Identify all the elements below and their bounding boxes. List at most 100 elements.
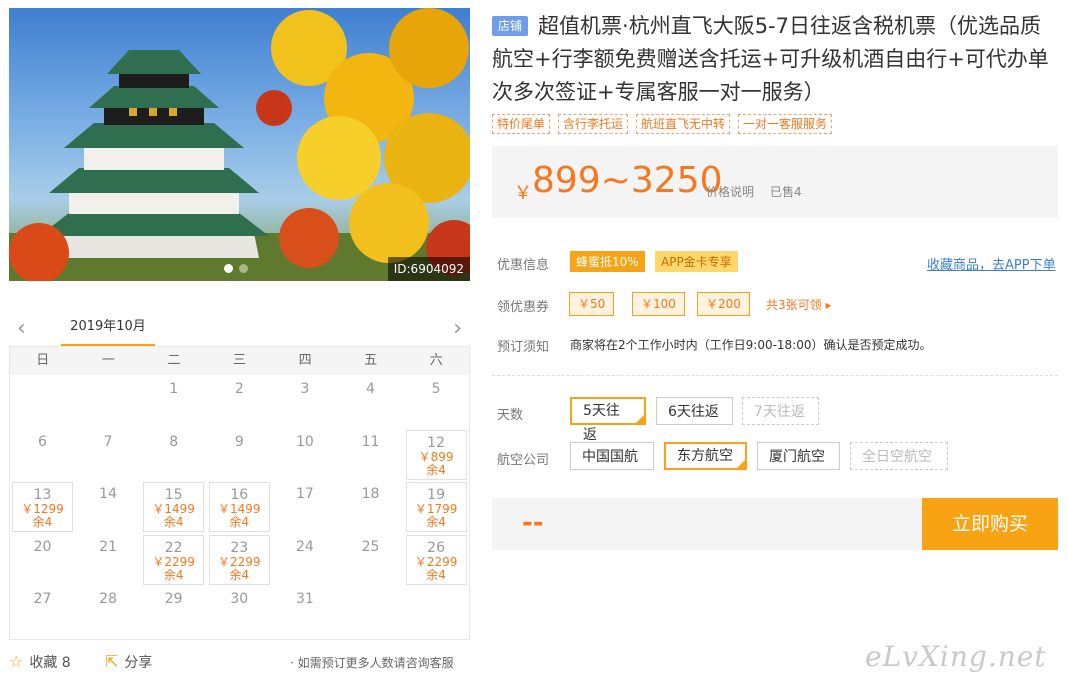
calendar-month-tab[interactable]: 2019年10月: [61, 312, 155, 346]
osaka-castle-illustration: [9, 8, 470, 281]
calendar-day-available[interactable]: 26 ￥2299 余4: [405, 534, 467, 585]
day-remaining: 余4: [163, 515, 184, 529]
price-range: 899~3250: [532, 160, 723, 201]
day-number: 26: [427, 539, 445, 556]
calendar-day-available[interactable]: 23 ￥2299 余4: [208, 534, 270, 585]
airline-china-eastern[interactable]: 东方航空: [664, 442, 747, 470]
weekday-label: 五: [364, 353, 378, 368]
weekday-label: 六: [429, 353, 443, 368]
calendar-day: 1: [143, 377, 204, 427]
option-6-days[interactable]: 6天往返: [656, 397, 733, 425]
day-number: 21: [99, 538, 117, 555]
calendar-day-available[interactable]: 13 ￥1299 余4: [12, 482, 73, 532]
day-number: 16: [230, 487, 249, 503]
weekday-label: 日: [36, 353, 50, 368]
feature-tag: 含行李托运: [558, 114, 629, 134]
price-note-link[interactable]: 价格说明: [706, 183, 754, 200]
day-remaining: 余4: [229, 515, 250, 529]
calendar-day: 17: [274, 482, 335, 532]
day-number: 3: [300, 381, 310, 397]
airline-air-china[interactable]: 中国国航: [570, 442, 654, 470]
weekday-label: 四: [298, 353, 312, 368]
product-hero-image[interactable]: ID:6904092: [9, 8, 470, 281]
day-number: 4: [366, 381, 375, 397]
day-price: ￥2299: [414, 554, 458, 569]
day-price: ￥2299: [152, 554, 195, 569]
calendar-day: 7: [78, 430, 139, 480]
day-remaining: 余4: [426, 462, 446, 477]
calendar-weekday-header: 日 一 二 三 四 五 六: [10, 347, 469, 375]
carousel-dot-active[interactable]: [224, 264, 233, 273]
coupon-200[interactable]: ￥200: [697, 292, 750, 316]
notice-label: 预订须知: [497, 340, 550, 355]
calendar-day-available[interactable]: 22 ￥2299 余4: [143, 534, 205, 585]
day-remaining: 余4: [163, 567, 184, 582]
day-number: 5: [431, 381, 441, 397]
airline-xiamen[interactable]: 厦门航空: [757, 442, 840, 470]
day-number: 23: [230, 539, 249, 556]
day-number: 12: [427, 434, 445, 451]
weekday-label: 一: [101, 353, 115, 368]
booking-notice: 商家将在2个工作小时内（工作日9:00-18:00）确认是否预定成功。: [570, 338, 932, 352]
product-title-text: 超值机票·杭州直飞大阪5-7日往返含税机票（优选品质航空+行李额免费赠送含托运+…: [492, 14, 1049, 104]
day-number: 27: [33, 591, 52, 607]
price-calendar: 日 一 二 三 四 五 六 1 2 3 4 5 6 7 8 9 10 11 12 ￥899 余4 13 ￥12…: [9, 346, 470, 640]
feature-tag: 一对一客服服务: [738, 114, 833, 134]
day-price: ￥899: [418, 449, 454, 464]
favorite-app-link[interactable]: 收藏商品，去APP下单: [927, 254, 1056, 273]
calendar-day: 11: [340, 430, 401, 480]
app-gold-badge: APP金卡专享: [655, 251, 738, 272]
calendar-nav: ‹ 2019年10月 ›: [9, 312, 470, 346]
favorite-button[interactable]: ☆ 收藏 8: [9, 652, 71, 672]
share-button[interactable]: ⇱ 分享: [105, 652, 152, 672]
option-label: 东方航空: [677, 448, 733, 464]
day-number: 28: [99, 591, 117, 607]
star-icon: ☆: [9, 652, 24, 671]
airline-ana: 全日空航空: [850, 442, 948, 470]
day-number: 8: [169, 433, 179, 450]
calendar-day: 10: [274, 430, 335, 480]
coupon-label: 领优惠券: [497, 300, 550, 315]
calendar-day-available[interactable]: 19 ￥1799 余4: [405, 482, 467, 532]
calendar-day: 3: [274, 377, 335, 427]
buy-now-button[interactable]: 立即购买: [922, 498, 1058, 550]
more-coupons-link[interactable]: 共3张可领 ▸: [766, 296, 831, 313]
consult-note: · 如需预订更多人数请咨询客服: [290, 656, 454, 670]
calendar-day: 6: [12, 430, 73, 480]
prev-month-icon[interactable]: ‹: [17, 316, 26, 341]
day-remaining: 余4: [32, 515, 53, 529]
day-remaining: 余4: [426, 515, 446, 529]
day-number: 14: [99, 486, 117, 502]
watermark: eLvXing.net: [865, 640, 1047, 673]
calendar-day-available[interactable]: 15 ￥1499 余4: [143, 482, 205, 532]
coupon-50[interactable]: ￥50: [569, 292, 615, 316]
calendar-day-available[interactable]: 12 ￥899 余4: [405, 429, 467, 480]
carousel-dot[interactable]: [239, 264, 248, 273]
shop-badge: 店铺: [492, 16, 529, 36]
calendar-day: 8: [143, 430, 204, 480]
calendar-day: 5: [406, 377, 467, 427]
option-label: 5天往返: [583, 403, 620, 443]
day-number: 10: [295, 433, 314, 450]
calendar-day: 29: [143, 587, 204, 637]
day-number: 29: [164, 591, 183, 607]
day-number: 15: [164, 487, 183, 503]
calendar-day: 18: [340, 482, 401, 532]
coupon-100[interactable]: ￥100: [632, 292, 685, 316]
day-price: ￥2299: [218, 554, 261, 569]
day-number: 19: [427, 487, 445, 503]
next-month-icon[interactable]: ›: [453, 316, 462, 341]
calendar-day: 21: [78, 535, 139, 585]
calendar-day: 14: [78, 482, 139, 532]
calendar-day-available[interactable]: 16 ￥1499 余4: [208, 482, 270, 532]
calendar-day: 4: [340, 377, 401, 427]
option-5-days[interactable]: 5天往返: [570, 397, 646, 443]
day-number: 11: [361, 433, 380, 450]
currency-symbol: ￥: [514, 183, 532, 204]
calendar-day: 27: [12, 587, 73, 637]
feature-tag: 航班直飞无中转: [636, 114, 731, 134]
day-number: 2: [234, 381, 244, 397]
sold-count: 已售4: [770, 185, 802, 199]
product-title: 店铺 超值机票·杭州直飞大阪5-7日往返含税机票（优选品质航空+行李额免费赠送含托…: [492, 10, 1052, 109]
day-number: 6: [38, 433, 47, 450]
